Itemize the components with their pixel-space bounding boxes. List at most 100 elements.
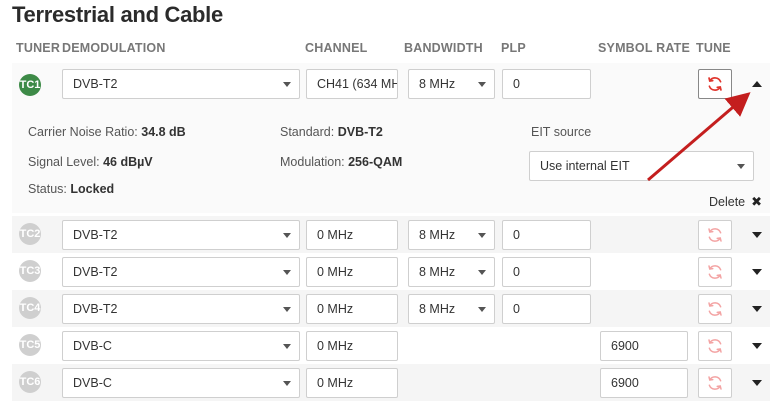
caret-down-icon [283, 381, 291, 386]
demodulation-value: DVB-C [73, 339, 112, 353]
tune-button[interactable] [698, 220, 732, 250]
bandwidth-value: 8 MHz [419, 228, 456, 242]
tune-button[interactable] [698, 331, 732, 361]
tuner-row: TC1 DVB-T2 CH41 (634 MHz 8 MHz 0 Carrier… [12, 63, 770, 213]
header-symbol-rate: SYMBOL RATE [598, 41, 691, 55]
header-channel: CHANNEL [305, 41, 368, 55]
demodulation-value: DVB-T2 [73, 302, 118, 316]
chevron-up-icon [752, 81, 762, 87]
channel-value: 0 MHz [317, 302, 354, 316]
expand-toggle[interactable] [750, 302, 764, 316]
standard-label: Standard: [280, 125, 335, 139]
header-tuner: TUNER [16, 41, 61, 55]
demodulation-select[interactable]: DVB-T2 [62, 294, 300, 324]
symbol-rate-input[interactable]: 6900 [600, 368, 688, 398]
tune-button[interactable] [698, 257, 732, 287]
expand-toggle[interactable] [750, 228, 764, 242]
demodulation-value: DVB-T2 [73, 77, 118, 91]
chevron-down-icon [752, 343, 762, 349]
signal-label: Signal Level: [28, 155, 100, 169]
cnr-info: Carrier Noise Ratio: 34.8 dB [28, 125, 186, 139]
bandwidth-select[interactable]: 8 MHz [408, 69, 495, 99]
demodulation-select[interactable]: DVB-T2 [62, 257, 300, 287]
plp-value: 0 [513, 302, 520, 316]
demodulation-select[interactable]: DVB-C [62, 331, 300, 361]
symbol-rate-value: 6900 [611, 376, 639, 390]
plp-value: 0 [513, 265, 520, 279]
modulation-value: 256-QAM [348, 155, 403, 169]
expand-toggle[interactable] [750, 339, 764, 353]
standard-value: DVB-T2 [337, 125, 383, 139]
symbol-rate-input[interactable]: 6900 [600, 331, 688, 361]
bandwidth-value: 8 MHz [419, 77, 456, 91]
plp-input[interactable]: 0 [502, 257, 591, 287]
chevron-down-icon [752, 306, 762, 312]
chevron-down-icon [752, 380, 762, 386]
tuner-badge: TC3 [19, 260, 41, 282]
refresh-icon [708, 339, 722, 353]
tuner-badge: TC2 [19, 223, 41, 245]
demodulation-value: DVB-T2 [73, 265, 118, 279]
tuner-row: TC5 DVB-C 0 MHz 6900 [12, 327, 770, 364]
status-value: Locked [70, 182, 115, 196]
standard-info: Standard: DVB-T2 [280, 125, 383, 139]
refresh-icon [708, 265, 722, 279]
channel-input[interactable]: CH41 (634 MHz [306, 69, 398, 99]
close-icon: ✖ [751, 194, 763, 209]
tuner-row: TC6 DVB-C 0 MHz 6900 [12, 364, 770, 401]
channel-value: 0 MHz [317, 228, 354, 242]
header-plp: PLP [501, 41, 526, 55]
channel-input[interactable]: 0 MHz [306, 294, 398, 324]
channel-input[interactable]: 0 MHz [306, 220, 398, 250]
caret-down-icon [283, 270, 291, 275]
tune-button[interactable] [698, 69, 732, 99]
signal-info: Signal Level: 46 dBµV [28, 155, 153, 169]
bandwidth-select[interactable]: 8 MHz [408, 294, 495, 324]
expand-toggle[interactable] [750, 376, 764, 390]
tuner-badge: TC5 [19, 334, 41, 356]
tuner-badge: TC4 [19, 297, 41, 319]
caret-down-icon [478, 270, 486, 275]
chevron-down-icon [752, 269, 762, 275]
caret-down-icon [737, 164, 745, 169]
caret-down-icon [478, 233, 486, 238]
eit-source-select[interactable]: Use internal EIT [529, 151, 754, 181]
delete-button[interactable]: Delete ✖ [709, 194, 762, 210]
bandwidth-value: 8 MHz [419, 265, 456, 279]
plp-value: 0 [513, 228, 520, 242]
demodulation-value: DVB-T2 [73, 228, 118, 242]
refresh-icon [708, 302, 722, 316]
eit-source-value: Use internal EIT [540, 159, 630, 173]
refresh-icon [708, 376, 722, 390]
demodulation-select[interactable]: DVB-T2 [62, 69, 300, 99]
refresh-icon [708, 77, 722, 91]
caret-down-icon [478, 82, 486, 87]
modulation-info: Modulation: 256-QAM [280, 155, 402, 169]
plp-input[interactable]: 0 [502, 220, 591, 250]
tuner-row: TC2 DVB-T2 0 MHz 8 MHz 0 [12, 216, 770, 253]
expand-toggle[interactable] [750, 265, 764, 279]
page-title: Terrestrial and Cable [12, 2, 223, 27]
delete-label: Delete [709, 195, 746, 209]
plp-input[interactable]: 0 [502, 69, 591, 99]
channel-input[interactable]: 0 MHz [306, 368, 398, 398]
header-tune: TUNE [696, 41, 731, 55]
demodulation-select[interactable]: DVB-C [62, 368, 300, 398]
status-info: Status: Locked [28, 182, 114, 196]
caret-down-icon [283, 233, 291, 238]
tuner-badge: TC6 [19, 371, 41, 393]
tuner-row: TC3 DVB-T2 0 MHz 8 MHz 0 [12, 253, 770, 290]
tune-button[interactable] [698, 294, 732, 324]
header-demodulation: DEMODULATION [62, 41, 166, 55]
caret-down-icon [478, 307, 486, 312]
collapse-toggle[interactable] [750, 77, 764, 91]
channel-input[interactable]: 0 MHz [306, 257, 398, 287]
demodulation-select[interactable]: DVB-T2 [62, 220, 300, 250]
tune-button[interactable] [698, 368, 732, 398]
bandwidth-select[interactable]: 8 MHz [408, 220, 495, 250]
bandwidth-select[interactable]: 8 MHz [408, 257, 495, 287]
channel-input[interactable]: 0 MHz [306, 331, 398, 361]
plp-input[interactable]: 0 [502, 294, 591, 324]
caret-down-icon [283, 344, 291, 349]
cnr-label: Carrier Noise Ratio: [28, 125, 138, 139]
